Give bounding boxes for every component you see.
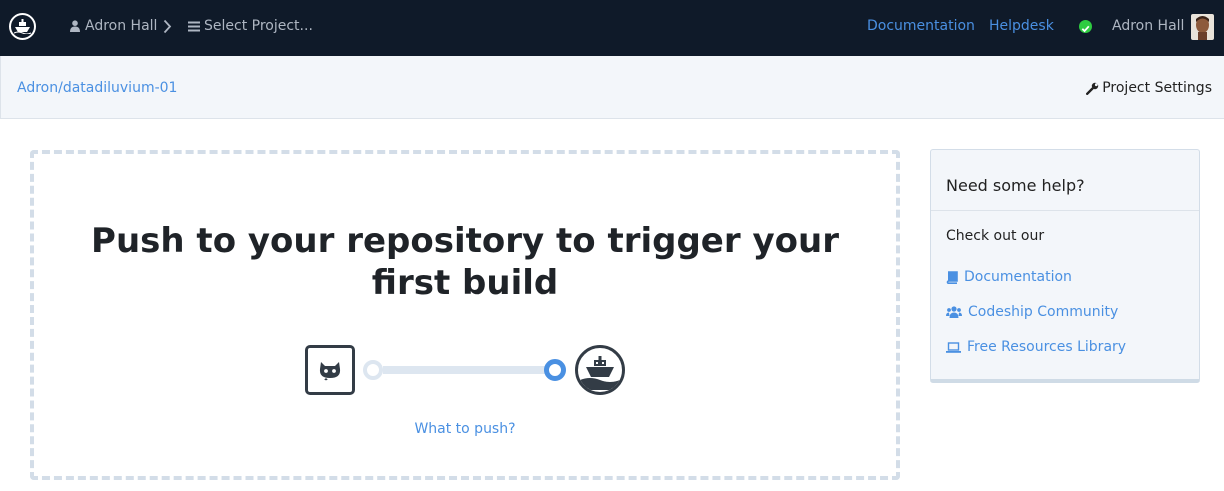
first-build-panel: Push to your repository to trigger your … xyxy=(30,150,900,480)
progress-track xyxy=(383,366,546,374)
help-card-intro: Check out our xyxy=(946,228,1045,244)
laptop-icon xyxy=(946,341,961,353)
top-navbar: Adron Hall Select Project... Documentati… xyxy=(0,0,1224,56)
project-header: Adron/datadiluvium-01 Project Settings xyxy=(0,56,1224,119)
progress-end-node xyxy=(544,359,566,381)
project-settings-button[interactable]: Project Settings xyxy=(1086,80,1212,96)
user-icon xyxy=(70,20,80,32)
page-title: Push to your repository to trigger your … xyxy=(91,221,839,303)
codeship-ship-icon xyxy=(14,19,31,34)
avatar[interactable] xyxy=(1191,14,1214,40)
what-to-push-link[interactable]: What to push? xyxy=(34,421,896,437)
project-selector-label: Select Project... xyxy=(204,18,313,34)
help-link-community[interactable]: Codeship Community xyxy=(946,304,1118,320)
wrench-icon xyxy=(1086,82,1099,95)
project-settings-label: Project Settings xyxy=(1102,80,1212,96)
nav-helpdesk-link[interactable]: Helpdesk xyxy=(989,18,1054,34)
progress-start-node xyxy=(363,360,383,380)
help-link-documentation[interactable]: Documentation xyxy=(946,269,1072,285)
help-link-label: Free Resources Library xyxy=(967,339,1127,355)
book-icon xyxy=(946,270,958,284)
divider xyxy=(931,210,1199,211)
repository-link[interactable]: Adron/datadiluvium-01 xyxy=(17,80,177,96)
breadcrumb-user-label: Adron Hall xyxy=(85,18,158,34)
breadcrumb-user[interactable]: Adron Hall xyxy=(70,18,157,34)
nav-documentation-link[interactable]: Documentation xyxy=(867,18,975,34)
chevron-right-icon xyxy=(163,19,172,34)
github-icon xyxy=(305,345,355,395)
help-card: Need some help? Check out our Documentat… xyxy=(930,149,1200,383)
menu-icon xyxy=(188,21,200,31)
help-link-resources[interactable]: Free Resources Library xyxy=(946,339,1126,355)
account-name[interactable]: Adron Hall xyxy=(1112,18,1184,34)
codeship-logo[interactable] xyxy=(9,13,36,40)
help-link-label: Codeship Community xyxy=(968,304,1119,320)
users-icon xyxy=(946,306,962,318)
project-selector[interactable]: Select Project... xyxy=(188,18,313,34)
help-link-label: Documentation xyxy=(964,269,1072,285)
help-card-title: Need some help? xyxy=(946,176,1085,195)
status-check-icon xyxy=(1079,20,1092,33)
codeship-ship-icon xyxy=(575,345,625,395)
